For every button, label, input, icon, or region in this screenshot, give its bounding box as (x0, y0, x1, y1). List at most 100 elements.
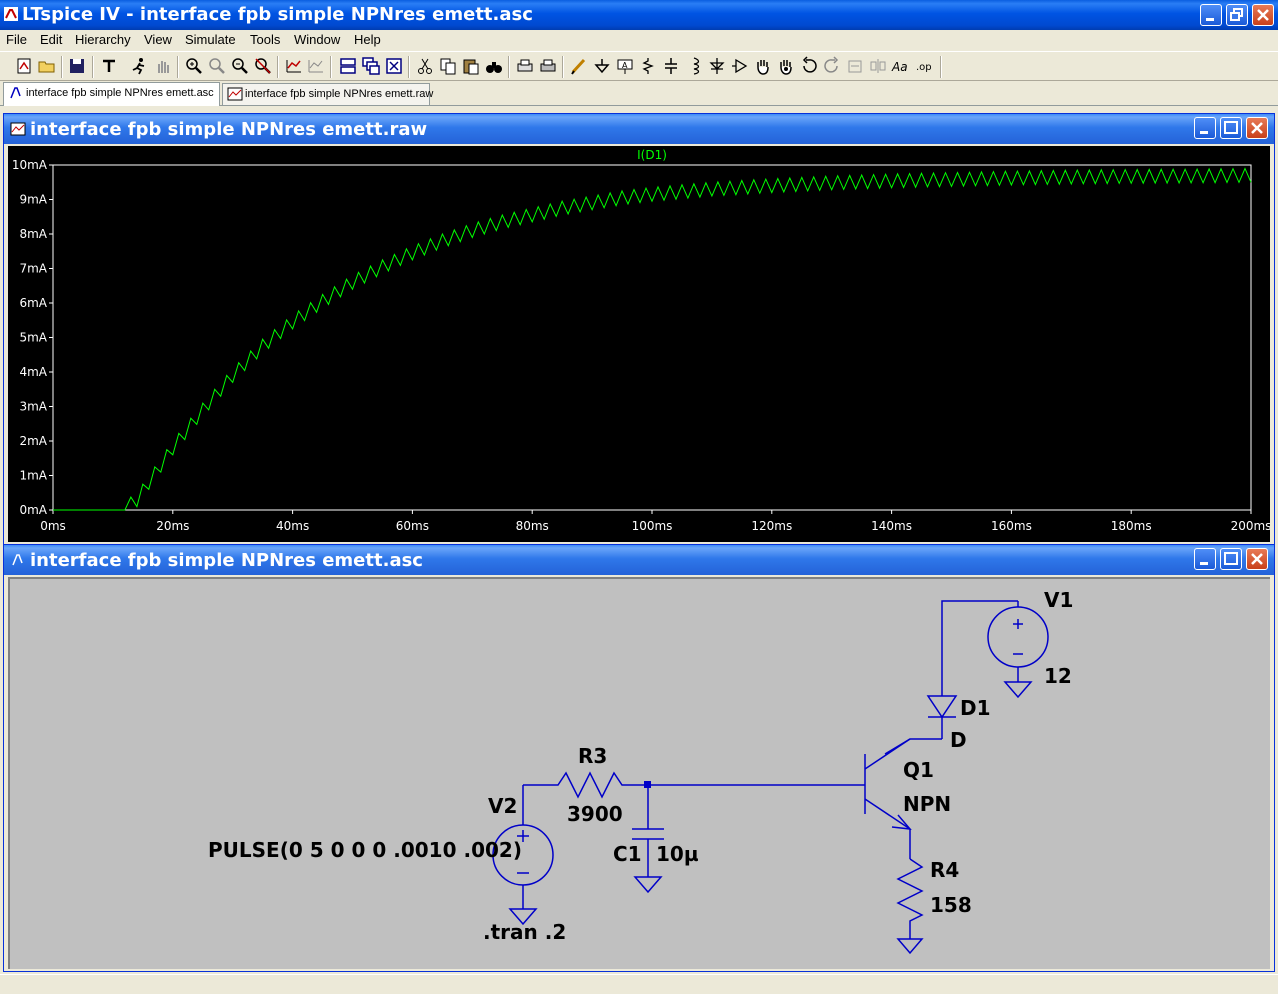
waveform-plot[interactable]: 0mA 1mA 2mA 3mA 4mA 5mA 6mA 7mA 8mA 9mA 10mA 0ms 20… (8, 146, 1272, 542)
save-icon[interactable] (67, 56, 87, 76)
spice-directive-icon[interactable]: .op (914, 56, 934, 76)
waveform-window-title-bar[interactable]: interface fpb simple NPNres emett.raw (4, 114, 1274, 144)
schematic-close-button[interactable] (1246, 548, 1268, 570)
zoom-pan-icon[interactable] (207, 56, 227, 76)
y-tick-label: 8mA (19, 227, 47, 241)
new-schematic-icon[interactable] (14, 56, 34, 76)
paste-icon[interactable] (461, 56, 481, 76)
minimize-button[interactable] (1200, 4, 1222, 26)
menu-edit[interactable]: Edit (40, 32, 62, 47)
label-net-icon[interactable]: A (615, 56, 635, 76)
run-icon[interactable] (129, 56, 149, 76)
rotate-icon[interactable] (845, 56, 865, 76)
schematic-minimize-button[interactable] (1194, 548, 1216, 570)
minimize-icon (1206, 18, 1214, 21)
minimize-icon (1200, 131, 1208, 134)
close-all-icon[interactable] (384, 56, 404, 76)
r3-label[interactable]: R3 (578, 744, 607, 768)
tran-directive[interactable]: .tran .2 (483, 920, 566, 944)
v1-source[interactable] (987, 601, 1049, 699)
c1-value[interactable]: 10µ (656, 842, 699, 866)
tab-schematic[interactable]: interface fpb simple NPNres emett.asc (3, 82, 220, 106)
halt-icon[interactable] (153, 56, 173, 76)
diode-icon[interactable] (707, 56, 727, 76)
menu-file[interactable]: File (6, 32, 27, 47)
wire[interactable] (884, 738, 942, 755)
tile-horizontal-icon[interactable] (338, 56, 358, 76)
print-icon[interactable] (538, 56, 558, 76)
text-icon[interactable]: Aa (891, 56, 911, 76)
zoom-out-icon[interactable] (230, 56, 250, 76)
find-icon[interactable] (484, 56, 504, 76)
x-tick-label: 160ms (991, 519, 1032, 533)
manual-limits-icon[interactable] (306, 56, 326, 76)
y-tick-label: 6mA (19, 296, 47, 310)
cascade-icon[interactable] (361, 56, 381, 76)
close-button[interactable] (1252, 4, 1274, 26)
d1-label[interactable]: D1 (960, 696, 991, 720)
r3-resistor[interactable] (523, 771, 648, 799)
v2-label[interactable]: V2 (488, 794, 517, 818)
v1-value[interactable]: 12 (1044, 664, 1072, 688)
y-tick-label: 3mA (19, 400, 47, 414)
toolbar-separator (61, 56, 63, 78)
d1-value[interactable]: D (950, 728, 967, 752)
print-preview-icon[interactable] (515, 56, 535, 76)
schematic-window-title-bar[interactable]: interface fpb simple NPNres emett.asc (4, 545, 1274, 575)
menu-hierarchy[interactable]: Hierarchy (75, 32, 131, 47)
capacitor-icon[interactable] (661, 56, 681, 76)
waveform-minimize-button[interactable] (1194, 117, 1216, 139)
autorange-icon[interactable] (284, 56, 304, 76)
waveform-close-button[interactable] (1246, 117, 1268, 139)
zoom-in-icon[interactable] (184, 56, 204, 76)
control-panel-icon[interactable] (99, 56, 119, 76)
r4-value[interactable]: 158 (930, 893, 972, 917)
restore-button[interactable] (1226, 4, 1248, 26)
waveform-file-icon (10, 122, 26, 136)
menu-simulate[interactable]: Simulate (185, 32, 236, 47)
copy-icon[interactable] (438, 56, 458, 76)
draw-wire-icon[interactable] (569, 56, 589, 76)
q1-value[interactable]: NPN (903, 792, 951, 816)
maximize-icon (1224, 121, 1238, 134)
waveform-maximize-button[interactable] (1220, 117, 1242, 139)
q1-label[interactable]: Q1 (903, 758, 934, 782)
menu-window[interactable]: Window (294, 32, 340, 47)
c1-capacitor[interactable] (632, 785, 664, 894)
zoom-fit-icon[interactable] (253, 56, 273, 76)
v1-label[interactable]: V1 (1044, 588, 1073, 612)
menu-help[interactable]: Help (354, 32, 381, 47)
y-tick-label: 9mA (19, 193, 47, 207)
r3-value[interactable]: 3900 (567, 802, 623, 826)
open-icon[interactable] (37, 56, 57, 76)
toolbar-separator (940, 56, 942, 78)
schematic-canvas[interactable]: V1 12 D1 D Q1 NPN R4 158 R3 3900 V2 PULS… (8, 577, 1270, 969)
v2-value[interactable]: PULSE(0 5 0 0 0 .0010 .002) (208, 838, 522, 862)
drag-hand-icon[interactable] (776, 56, 796, 76)
maximize-icon (1224, 552, 1238, 565)
y-tick-label: 10mA (12, 158, 48, 172)
r4-resistor[interactable] (896, 858, 924, 955)
minimize-icon (1200, 562, 1208, 565)
menu-view[interactable]: View (144, 32, 172, 47)
cut-icon[interactable] (415, 56, 435, 76)
mirror-icon[interactable] (868, 56, 888, 76)
schematic-maximize-button[interactable] (1220, 548, 1242, 570)
waveform-window-title: interface fpb simple NPNres emett.raw (30, 119, 428, 140)
undo-icon[interactable] (799, 56, 819, 76)
menu-tools[interactable]: Tools (250, 32, 280, 47)
ground-icon[interactable] (592, 56, 612, 76)
c1-label[interactable]: C1 (613, 842, 642, 866)
window-title-bar[interactable]: LTspice IV - interface fpb simple NPNres… (0, 0, 1278, 30)
svg-text:Aa: Aa (891, 60, 908, 74)
inductor-icon[interactable] (684, 56, 704, 76)
r4-label[interactable]: R4 (930, 858, 959, 882)
trace-label[interactable]: I(D1) (637, 148, 667, 162)
component-icon[interactable] (730, 56, 750, 76)
redo-icon[interactable] (822, 56, 842, 76)
waveform-chart[interactable]: 0mA 1mA 2mA 3mA 4mA 5mA 6mA 7mA 8mA 9mA 10mA 0ms 20… (8, 146, 1272, 542)
resistor-icon[interactable] (638, 56, 658, 76)
move-hand-icon[interactable] (753, 56, 773, 76)
tab-waveform[interactable]: interface fpb simple NPNres emett.raw (222, 83, 433, 105)
schematic-drawing[interactable]: V1 12 D1 D Q1 NPN R4 158 R3 3900 V2 PULS… (10, 579, 1268, 967)
